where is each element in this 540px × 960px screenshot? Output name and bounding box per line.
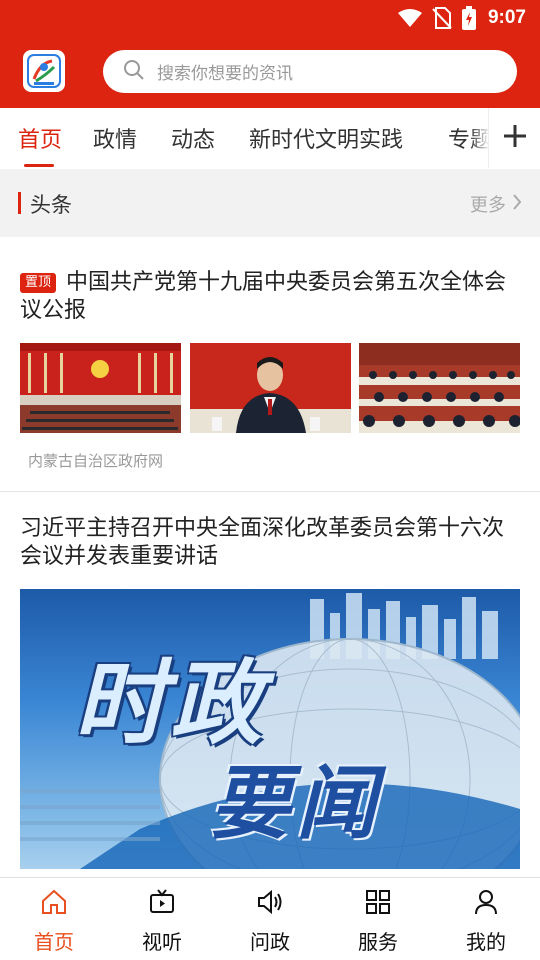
nav-inquiry[interactable]: 问政 [216,878,324,960]
section-header: 头条 更多 [0,169,540,237]
news-title[interactable]: 中国共产党第十九届中央委员会第五次全体会议公报 [20,270,506,323]
grid-icon [364,888,392,920]
news-source: 内蒙古自治区政府网 [28,452,164,470]
nav-services[interactable]: 服务 [324,878,432,960]
nav-inquiry-label[interactable]: 问政 [250,926,290,955]
search-placeholder[interactable]: 搜索你想要的资讯 [157,59,293,84]
news-thumbnail-plenary-hall[interactable] [20,343,181,433]
active-tab-indicator [24,164,54,167]
logo-icon [27,54,61,88]
section-title: 头条 [30,193,72,217]
plus-icon [503,124,527,152]
battery-charging-icon [461,6,476,30]
tv-icon [148,888,176,920]
user-icon [472,888,500,920]
chevron-right-icon [512,193,522,215]
pinned-badge: 置顶 [20,273,57,293]
news-banner-image[interactable]: 时政 要闻 [20,589,520,869]
tabs-fade [470,108,490,168]
nav-media-label[interactable]: 视听 [142,926,182,955]
news-item[interactable]: 置顶 中国共产党第十九届中央委员会第五次全体会议公报 内蒙古自治区政府网 [0,237,540,492]
banner-text-secondary: 要闻 [210,757,382,850]
tab-news[interactable]: 动态 [171,122,215,154]
status-bar: 9:07 [0,0,540,36]
news-title[interactable]: 习近平主持召开中央全面深化改革委员会第十六次会议并发表重要讲话 [20,515,520,571]
app-logo[interactable] [23,50,65,92]
nav-media[interactable]: 视听 [108,878,216,960]
nav-home[interactable]: 首页 [0,878,108,960]
tab-civilization-practice[interactable]: 新时代文明实践 [249,122,403,154]
add-tab-button[interactable] [488,108,540,168]
search-bar[interactable]: 搜索你想要的资讯 [103,50,517,93]
category-tabs: 首页 政情 动态 新时代文明实践 专题 [0,108,540,168]
app-header: 9:07 搜索你想要的资讯 [0,0,540,108]
section-marker [18,192,21,214]
tab-home[interactable]: 首页 [18,122,62,154]
home-icon [40,888,68,920]
news-thumbnail-meeting[interactable] [359,343,520,433]
nav-services-label[interactable]: 服务 [358,926,398,955]
news-headline[interactable]: 置顶 中国共产党第十九届中央委员会第五次全体会议公报 [20,269,520,325]
news-thumbnails [20,343,520,433]
wifi-icon [397,9,422,27]
nav-profile[interactable]: 我的 [432,878,540,960]
speaker-icon [256,888,284,920]
no-sim-icon [432,7,452,29]
nav-home-label[interactable]: 首页 [34,926,74,955]
news-thumbnail-speaker[interactable] [189,343,351,433]
status-time: 9:07 [487,7,526,28]
tab-politics[interactable]: 政情 [93,122,137,154]
news-item[interactable]: 习近平主持召开中央全面深化改革委员会第十六次会议并发表重要讲话 时政 要闻 [0,493,540,877]
more-link[interactable]: 更多 [470,191,522,217]
search-icon [123,59,145,85]
more-label[interactable]: 更多 [470,191,506,217]
bottom-navigation: 首页 视听 问政 服务 我的 [0,877,540,960]
nav-profile-label[interactable]: 我的 [466,926,506,955]
